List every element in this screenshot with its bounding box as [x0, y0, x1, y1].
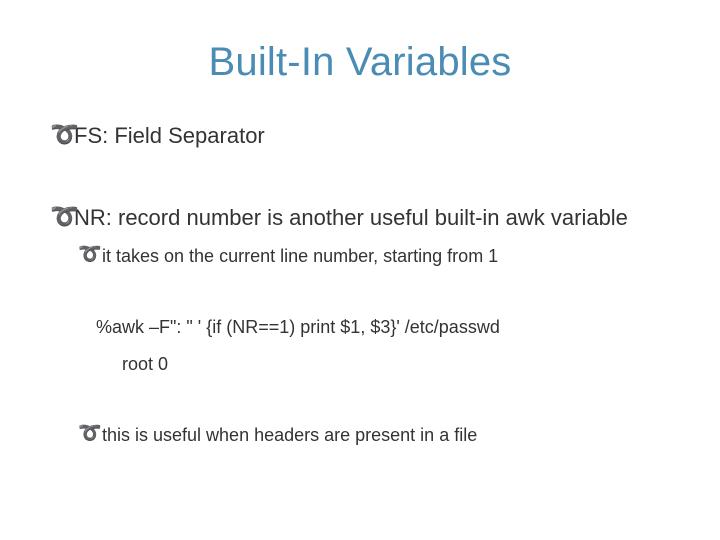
spacer	[50, 383, 670, 423]
code-output: root 0	[122, 352, 670, 377]
bullet-text: FS: Field Separator	[74, 123, 265, 148]
slide-title: Built-In Variables	[50, 40, 670, 85]
bullet-icon: ➰	[78, 246, 102, 265]
slide: Built-In Variables ➰ FS: Field Separator…	[0, 0, 720, 540]
code-text: %awk –F": " ' {if (NR==1) print $1, $3}'…	[96, 317, 500, 337]
bullet-fs: ➰ FS: Field Separator	[50, 121, 670, 151]
bullet-icon: ➰	[50, 205, 79, 228]
bullet-text: this is useful when headers are present …	[102, 425, 477, 445]
bullet-text: it takes on the current line number, sta…	[102, 246, 498, 266]
bullet-note: ➰ this is useful when headers are presen…	[78, 423, 670, 447]
bullet-icon: ➰	[50, 123, 79, 146]
bullet-text: NR: record number is another useful buil…	[74, 205, 628, 230]
code-example: %awk –F": " ' {if (NR==1) print $1, $3}'…	[96, 315, 670, 340]
bullet-icon: ➰	[78, 425, 102, 444]
spacer	[50, 275, 670, 315]
bullet-nr: ➰ NR: record number is another useful bu…	[50, 203, 670, 233]
spacer	[50, 157, 670, 203]
bullet-nr-detail: ➰ it takes on the current line number, s…	[78, 244, 670, 268]
output-text: root 0	[122, 354, 168, 374]
